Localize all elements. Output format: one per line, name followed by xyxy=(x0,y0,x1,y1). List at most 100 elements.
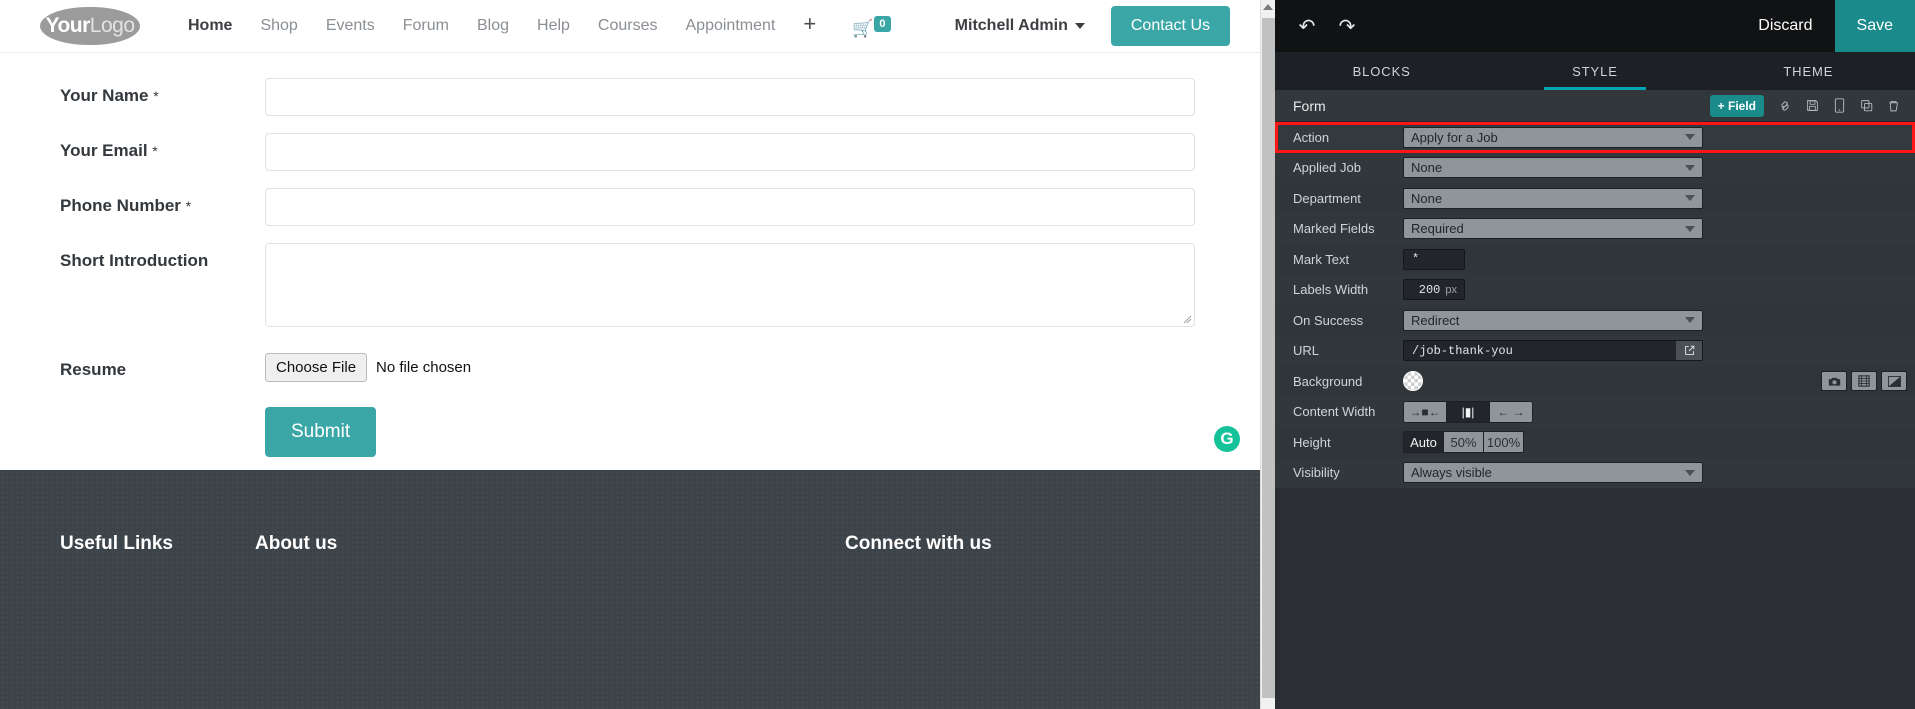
scrollbar-thumb[interactable] xyxy=(1262,18,1275,698)
redo-icon[interactable]: ↷ xyxy=(1327,6,1367,46)
option-label-marked-fields: Marked Fields xyxy=(1293,221,1375,237)
link-icon[interactable] xyxy=(1773,94,1797,118)
width-normal-icon[interactable]: |▮| xyxy=(1446,400,1490,423)
choose-file-button[interactable]: Choose File xyxy=(265,353,368,382)
option-row-mark-text: Mark Text * xyxy=(1275,244,1915,275)
tab-style[interactable]: STYLE xyxy=(1488,52,1701,90)
action-select[interactable]: Apply for a Job xyxy=(1403,126,1703,148)
website-editor-panel: ↶ ↷ Discard Save BLOCKS STYLE THEME Form… xyxy=(1275,0,1915,709)
block-tools: + Field xyxy=(1709,94,1905,118)
page-scrollbar[interactable] xyxy=(1260,0,1275,709)
url-input-value: /job-thank-you xyxy=(1412,343,1513,358)
height-auto-option[interactable]: Auto xyxy=(1403,431,1444,454)
marked-fields-select[interactable]: Required xyxy=(1403,218,1703,240)
background-video-icon[interactable] xyxy=(1851,371,1877,392)
on-success-select[interactable]: Redirect xyxy=(1403,309,1703,331)
resize-handle-icon[interactable] xyxy=(1182,314,1192,324)
submit-spacer xyxy=(0,407,265,415)
gradient-icon-svg xyxy=(1887,375,1901,387)
open-external-icon[interactable] xyxy=(1676,341,1702,361)
mobile-preview-icon[interactable] xyxy=(1827,94,1851,118)
nav-item-appointment[interactable]: Appointment xyxy=(672,11,790,41)
floppy-icon-svg xyxy=(1806,100,1818,111)
discard-button[interactable]: Discard xyxy=(1736,0,1834,52)
labels-width-value: 200 xyxy=(1418,282,1441,297)
required-mark: * xyxy=(153,88,159,104)
site-footer: Useful Links About us Connect with us xyxy=(0,470,1260,709)
width-full-icon[interactable]: ← → xyxy=(1489,400,1533,423)
save-snippet-icon[interactable] xyxy=(1800,94,1824,118)
footer-title-useful-links: Useful Links xyxy=(60,533,173,554)
option-row-marked-fields: Marked Fields Required xyxy=(1275,213,1915,244)
option-label-on-success: On Success xyxy=(1293,312,1364,328)
textarea-short-introduction[interactable] xyxy=(265,243,1195,327)
nav-item-shop[interactable]: Shop xyxy=(246,11,311,41)
add-field-button[interactable]: + Field xyxy=(1709,94,1764,117)
user-menu-label: Mitchell Admin xyxy=(954,17,1068,34)
required-mark: * xyxy=(185,198,192,214)
width-narrow-icon[interactable]: →■← xyxy=(1403,400,1447,423)
applied-job-select[interactable]: None xyxy=(1403,157,1703,179)
background-buttons xyxy=(1821,371,1907,392)
tab-blocks[interactable]: BLOCKS xyxy=(1275,52,1488,90)
form-row-phone-number: Phone Number * xyxy=(0,171,1260,226)
submit-button[interactable]: Submit xyxy=(265,407,377,457)
background-color-swatch[interactable] xyxy=(1403,371,1423,392)
option-row-on-success: On Success Redirect xyxy=(1275,305,1915,336)
tab-theme[interactable]: THEME xyxy=(1702,52,1915,90)
footer-title-about-us: About us xyxy=(255,533,338,554)
labels-width-unit: px xyxy=(1445,283,1457,296)
nav-links: Home Shop Events Forum Blog Help Courses… xyxy=(174,11,830,41)
input-your-email[interactable] xyxy=(265,133,1195,171)
save-button[interactable]: Save xyxy=(1834,0,1915,52)
option-row-applied-job: Applied Job None xyxy=(1275,152,1915,183)
cart-button[interactable]: 🛒 0 xyxy=(830,15,900,38)
visibility-select[interactable]: Always visible xyxy=(1403,462,1703,484)
film-icon-svg xyxy=(1858,375,1870,387)
cart-count-badge: 0 xyxy=(874,15,891,32)
nav-item-courses[interactable]: Courses xyxy=(584,11,672,41)
mobile-icon-svg xyxy=(1834,98,1844,113)
website-preview: YourLogo Home Shop Events Forum Blog Hel… xyxy=(0,0,1260,709)
labels-width-input[interactable]: 200 px xyxy=(1403,279,1465,301)
nav-item-forum[interactable]: Forum xyxy=(389,11,463,41)
chevron-down-icon xyxy=(1074,23,1085,29)
department-select[interactable]: None xyxy=(1403,187,1703,209)
height-50-option[interactable]: 50% xyxy=(1443,431,1484,454)
background-gradient-icon[interactable] xyxy=(1881,371,1907,392)
plus-icon[interactable]: + xyxy=(789,11,830,41)
option-label-mark-text: Mark Text xyxy=(1293,251,1350,267)
input-your-name[interactable] xyxy=(265,78,1195,116)
option-label-applied-job: Applied Job xyxy=(1293,160,1361,176)
label-your-email: Your Email * xyxy=(60,141,158,160)
nav-item-events[interactable]: Events xyxy=(312,11,389,41)
option-row-action: Action Apply for a Job xyxy=(1275,122,1915,153)
background-image-icon[interactable] xyxy=(1821,371,1847,392)
action-select-value: Apply for a Job xyxy=(1411,129,1498,145)
site-logo[interactable]: YourLogo xyxy=(40,7,140,45)
nav-item-blog[interactable]: Blog xyxy=(463,11,523,41)
mark-text-input[interactable]: * xyxy=(1403,248,1465,270)
height-100-option[interactable]: 100% xyxy=(1483,431,1524,454)
nav-item-home[interactable]: Home xyxy=(174,11,246,41)
contact-us-button[interactable]: Contact Us xyxy=(1110,6,1230,46)
option-row-url: URL /job-thank-you xyxy=(1275,335,1915,366)
label-resume: Resume xyxy=(60,360,127,379)
option-label-department: Department xyxy=(1293,190,1361,206)
selected-block-title: Form xyxy=(1293,97,1326,114)
url-input[interactable]: /job-thank-you xyxy=(1403,340,1703,362)
nav-item-help[interactable]: Help xyxy=(523,11,584,41)
delete-icon[interactable] xyxy=(1881,94,1905,118)
undo-icon[interactable]: ↶ xyxy=(1287,6,1327,46)
scroll-up-arrow-icon[interactable] xyxy=(1263,4,1273,10)
input-phone-number[interactable] xyxy=(265,188,1195,226)
grammarly-icon[interactable]: G xyxy=(1214,426,1240,452)
required-mark: * xyxy=(152,143,158,159)
editor-tabs: BLOCKS STYLE THEME xyxy=(1275,52,1915,90)
chevron-down-icon xyxy=(1685,317,1695,324)
duplicate-icon[interactable] xyxy=(1854,94,1878,118)
editor-toolbar-right: Discard Save xyxy=(1736,0,1915,52)
marked-fields-select-value: Required xyxy=(1411,221,1464,237)
user-menu[interactable]: Mitchell Admin xyxy=(955,17,1085,35)
shopping-cart-icon: 🛒 xyxy=(852,18,874,38)
